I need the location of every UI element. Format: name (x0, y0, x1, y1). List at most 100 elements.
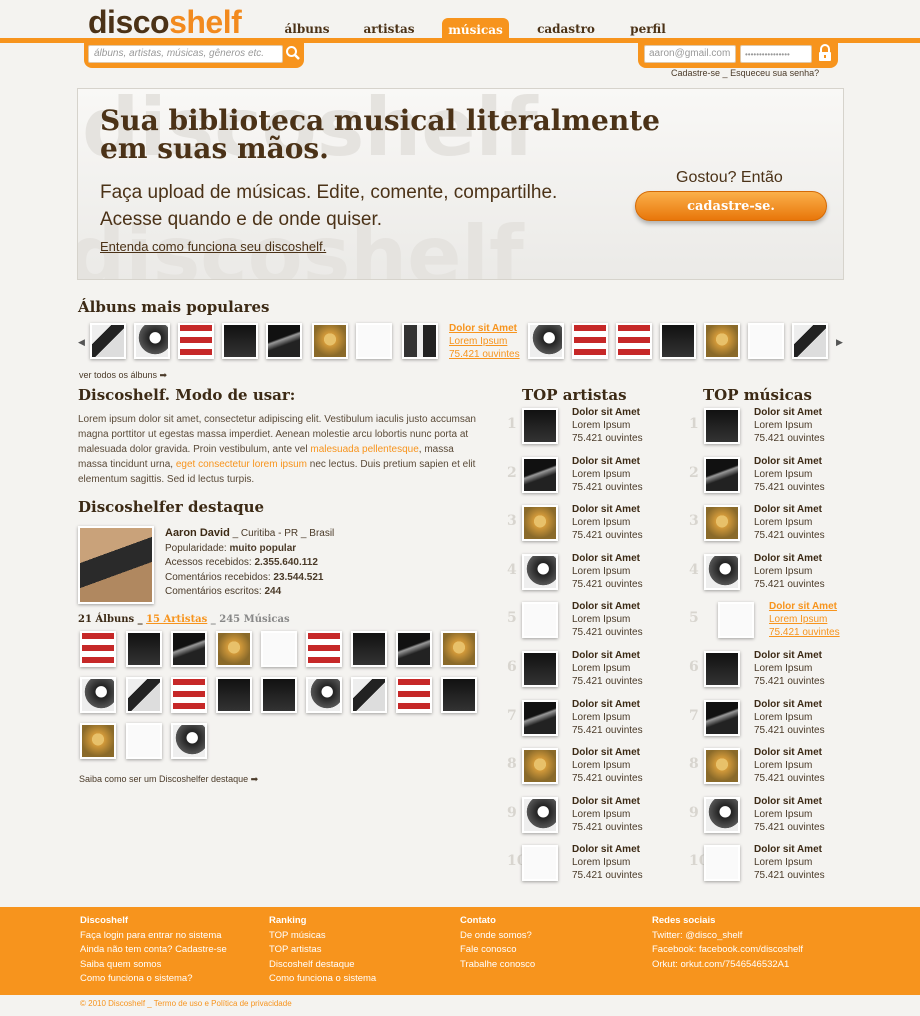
artists-tab[interactable]: 15 Artistas (146, 614, 207, 625)
ranking-item[interactable]: Dolor sit Amet Lorem Ipsum 75.421 ouvintes (572, 698, 643, 737)
featured-name[interactable]: Aaron David (165, 527, 230, 539)
album-cover[interactable] (222, 323, 258, 359)
ranking-item[interactable]: Dolor sit Amet Lorem Ipsum 75.421 ouvintes (572, 795, 643, 834)
ranking-cover[interactable] (522, 602, 558, 639)
footer-link[interactable]: Trabalhe conosco (460, 958, 535, 973)
ranking-item[interactable]: Dolor sit Amet Lorem Ipsum 75.421 ouvintes (754, 552, 825, 591)
inline-link[interactable]: eget consectetur lorem ipsum (176, 459, 307, 470)
ranking-cover[interactable] (522, 651, 558, 687)
inline-link[interactable]: malesuada pellentesque (310, 444, 418, 455)
album-cover[interactable] (126, 677, 162, 713)
footer-link[interactable]: Facebook: facebook.com/discoshelf (652, 943, 803, 958)
ranking-item[interactable]: Dolor sit Amet Lorem Ipsum 75.421 ouvintes (754, 698, 825, 737)
album-cover[interactable] (126, 631, 162, 667)
footer-link[interactable]: Fale conosco (460, 943, 535, 958)
ranking-cover[interactable] (704, 651, 740, 687)
search-icon[interactable] (285, 45, 301, 61)
footer-link[interactable]: Orkut: orkut.com/7546546532A1 (652, 958, 803, 973)
album-cover[interactable] (441, 677, 477, 713)
ranking-item[interactable]: Dolor sit Amet Lorem Ipsum 75.421 ouvintes (754, 649, 825, 688)
ranking-item[interactable]: Dolor sit Amet Lorem Ipsum 75.421 ouvintes (572, 406, 643, 445)
ranking-cover[interactable] (704, 456, 740, 493)
ranking-cover[interactable] (704, 408, 740, 444)
album-cover[interactable] (261, 631, 297, 667)
ranking-item[interactable]: Dolor sit Amet Lorem Ipsum 75.421 ouvintes (572, 455, 643, 494)
ranking-item[interactable]: Dolor sit Amet Lorem Ipsum 75.421 ouvintes (754, 843, 825, 882)
ranking-cover[interactable] (704, 553, 740, 590)
ranking-cover[interactable] (522, 796, 558, 833)
album-cover[interactable] (402, 323, 438, 359)
footer-link[interactable]: Ainda não tem conta? Cadastre-se (80, 943, 227, 958)
album-cover[interactable] (178, 323, 214, 359)
ranking-item[interactable]: Dolor sit Amet Lorem Ipsum 75.421 ouvintes (754, 406, 825, 445)
register-button[interactable]: cadastre-se. (635, 191, 827, 221)
ranking-cover[interactable] (704, 505, 740, 542)
album-cover[interactable] (356, 323, 392, 359)
featured-more-link[interactable]: Saiba como ser um Discoshelfer destaque … (79, 774, 258, 785)
album-cover[interactable] (748, 323, 784, 359)
ranking-cover[interactable] (522, 553, 558, 590)
footer-link[interactable]: Como funciona o sistema (269, 972, 376, 987)
nav-artistas[interactable]: artistas (354, 18, 424, 42)
carousel-next-icon[interactable]: ▶ (836, 337, 843, 348)
ranking-item[interactable]: Dolor sit Amet Lorem Ipsum 75.421 ouvintes (754, 455, 825, 494)
album-cover[interactable] (441, 631, 477, 667)
footer-link[interactable]: TOP músicas (269, 929, 376, 944)
ranking-cover[interactable] (522, 408, 558, 444)
how-it-works-link[interactable]: Entenda como funciona seu discoshelf. (100, 239, 326, 254)
ranking-cover[interactable] (704, 699, 740, 736)
album-cover[interactable] (351, 677, 387, 713)
album-cover[interactable] (572, 323, 608, 359)
album-cover[interactable] (312, 323, 348, 359)
album-cover[interactable] (528, 323, 564, 359)
ranking-item[interactable]: Dolor sit Amet Lorem Ipsum 75.421 ouvintes (572, 843, 643, 882)
lock-icon[interactable] (816, 44, 834, 62)
ranking-item[interactable]: Dolor sit Amet Lorem Ipsum 75.421 ouvintes (754, 503, 825, 542)
password-field[interactable]: •••••••••••••••• (740, 45, 812, 63)
logo[interactable]: discoshelf (88, 4, 242, 41)
ranking-cover[interactable] (522, 505, 558, 542)
ranking-cover[interactable] (522, 748, 558, 785)
album-cover[interactable] (351, 631, 387, 667)
forgot-password-link[interactable]: Esqueceu sua senha? (730, 68, 819, 78)
footer-link[interactable]: Saiba quem somos (80, 958, 227, 973)
footer-link[interactable]: Twitter: @disco_shelf (652, 929, 803, 944)
view-all-albums-link[interactable]: ver todos os álbuns ➡ (79, 370, 167, 381)
ranking-item[interactable]: Dolor sit Amet Lorem Ipsum 75.421 ouvintes (572, 649, 643, 688)
songs-tab[interactable]: 245 Músicas (219, 614, 289, 625)
footer-link[interactable]: Como funciona o sistema? (80, 972, 227, 987)
search-input[interactable]: álbuns, artistas, músicas, gêneros etc. (88, 45, 283, 63)
ranking-cover[interactable] (522, 699, 558, 736)
email-field[interactable]: aaron@gmail.com (644, 45, 736, 63)
album-cover[interactable] (660, 323, 696, 359)
album-cover[interactable] (171, 631, 207, 667)
ranking-item[interactable]: Dolor sit Amet Lorem Ipsum 75.421 ouvintes (572, 552, 643, 591)
ranking-cover[interactable] (522, 456, 558, 493)
album-info[interactable]: Dolor sit Amet Lorem Ipsum 75.421 ouvint… (449, 322, 520, 361)
album-cover[interactable] (171, 723, 207, 759)
album-cover[interactable] (80, 631, 116, 667)
ranking-cover[interactable] (704, 748, 740, 785)
footer-link[interactable]: TOP artistas (269, 943, 376, 958)
ranking-item[interactable]: Dolor sit Amet Lorem Ipsum 75.421 ouvintes (754, 795, 825, 834)
album-cover[interactable] (306, 677, 342, 713)
album-cover[interactable] (216, 631, 252, 667)
album-cover[interactable] (396, 677, 432, 713)
ranking-item[interactable]: Dolor sit Amet Lorem Ipsum 75.421 ouvintes (572, 503, 643, 542)
ranking-cover[interactable] (718, 602, 754, 639)
ranking-item[interactable]: Dolor sit Amet Lorem Ipsum 75.421 ouvintes (754, 746, 825, 785)
ranking-item[interactable]: Dolor sit Amet Lorem Ipsum 75.421 ouvintes (572, 600, 643, 639)
album-cover[interactable] (171, 677, 207, 713)
footer-link[interactable]: Faça login para entrar no sistema (80, 929, 227, 944)
album-cover[interactable] (792, 323, 828, 359)
ranking-cover[interactable] (704, 845, 740, 882)
carousel-prev-icon[interactable]: ◀ (78, 337, 85, 348)
ranking-cover[interactable] (704, 796, 740, 833)
album-cover[interactable] (126, 723, 162, 759)
album-cover[interactable] (216, 677, 252, 713)
copyright[interactable]: © 2010 Discoshelf _ Termo de uso e Polít… (80, 999, 292, 1008)
avatar[interactable] (78, 526, 154, 604)
album-cover[interactable] (261, 677, 297, 713)
album-cover[interactable] (704, 323, 740, 359)
album-cover[interactable] (266, 323, 302, 359)
